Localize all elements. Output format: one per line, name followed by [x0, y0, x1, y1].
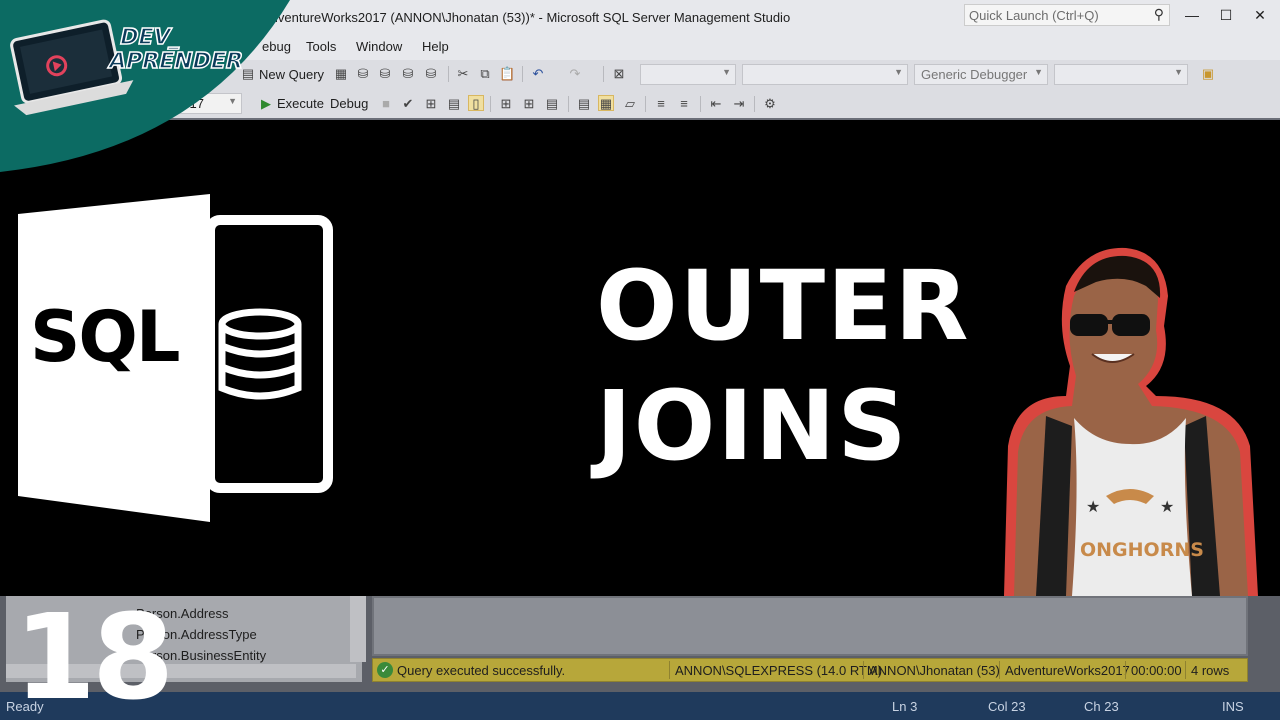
- toolbar-separator: [754, 96, 755, 112]
- dax-query-icon[interactable]: ⛁: [423, 66, 439, 82]
- logo-text-aprender: APRENDER: [106, 48, 245, 74]
- solution-config-combo[interactable]: ▼: [640, 64, 736, 85]
- undo-icon[interactable]: ↶: [530, 66, 546, 82]
- query-status-message: Query executed successfully.: [397, 663, 566, 678]
- client-stats-icon[interactable]: ▤: [544, 96, 560, 112]
- status-column: Col 23: [988, 699, 1026, 714]
- display-plan-icon[interactable]: ⊞: [423, 96, 439, 112]
- status-divider: [863, 661, 864, 679]
- paste-icon[interactable]: 📋: [499, 66, 515, 82]
- toolbar-separator: [645, 96, 646, 112]
- status-insert-mode: INS: [1222, 699, 1244, 714]
- specify-values-icon[interactable]: ⚙: [762, 96, 778, 112]
- star-icon: ★: [1160, 499, 1174, 516]
- shirt-print: ONGHORNS: [1080, 539, 1204, 561]
- menu-tools[interactable]: Tools: [306, 39, 336, 54]
- logo-text-dev: DEV_: [117, 24, 185, 50]
- window-title: AdventureWorks2017 (ANNON\Jhonatan (53))…: [262, 10, 791, 25]
- toolbar-separator: [490, 96, 491, 112]
- star-icon: ★: [1086, 499, 1100, 516]
- find-combo[interactable]: ▼: [1054, 64, 1188, 85]
- status-line: Ln 3: [892, 699, 918, 714]
- menu-help[interactable]: Help: [422, 39, 449, 54]
- query-status-rows: 4 rows: [1191, 663, 1230, 678]
- status-divider: [1185, 661, 1186, 679]
- copy-icon[interactable]: ⧉: [477, 66, 493, 82]
- headline-line-2: JOINS: [596, 370, 909, 482]
- dev-aprender-logo: DEV_ APRENDER: [0, 0, 290, 172]
- menu-window[interactable]: Window: [356, 39, 402, 54]
- chevron-down-icon: ▼: [1174, 67, 1183, 77]
- increase-indent-icon[interactable]: ⇥: [731, 96, 747, 112]
- uncomment-icon[interactable]: ≡: [676, 96, 692, 112]
- query-options-icon[interactable]: ▤: [446, 96, 462, 112]
- toolbar-separator: [568, 96, 569, 112]
- lower-panes: Person.Address Person.AddressType Person…: [0, 596, 1280, 692]
- status-divider: [999, 661, 1000, 679]
- debugger-combo[interactable]: Generic Debugger ▼: [914, 64, 1048, 85]
- toolbar-separator: [603, 66, 604, 82]
- xmla-query-icon[interactable]: ⛁: [400, 66, 416, 82]
- database-icon: [218, 308, 302, 400]
- debugger-combo-value: Generic Debugger: [921, 67, 1028, 82]
- toolbar-separator: [448, 66, 449, 82]
- maximize-button[interactable]: ☐: [1212, 5, 1240, 25]
- cut-icon[interactable]: ✂: [455, 66, 471, 82]
- intellisense-icon[interactable]: ▯: [468, 95, 484, 111]
- vertical-scrollbar[interactable]: [350, 596, 366, 662]
- status-divider: [1125, 661, 1126, 679]
- toolbar-separator: [522, 66, 523, 82]
- chevron-down-icon: ▼: [894, 67, 903, 77]
- success-check-icon: ✓: [377, 662, 393, 678]
- results-to-text-icon[interactable]: ▤: [576, 96, 592, 112]
- minimize-button[interactable]: —: [1178, 5, 1206, 25]
- chevron-down-icon: ▼: [1034, 67, 1043, 77]
- episode-number: 18: [14, 588, 174, 720]
- comment-icon[interactable]: ≡: [653, 96, 669, 112]
- quick-launch-input[interactable]: Quick Launch (Ctrl+Q) ⚲: [964, 4, 1170, 26]
- results-pane: [372, 596, 1248, 656]
- status-divider: [669, 661, 670, 679]
- redo-icon[interactable]: ↷: [567, 66, 583, 82]
- query-status-user: ANNON\Jhonatan (53): [869, 663, 1000, 678]
- query-status-server: ANNON\SQLEXPRESS (14.0 RTM): [675, 663, 883, 678]
- decrease-indent-icon[interactable]: ⇤: [708, 96, 724, 112]
- parse-checkmark-icon[interactable]: ✔: [400, 96, 416, 112]
- results-to-grid-icon[interactable]: ▦: [598, 95, 614, 111]
- headline-line-1: OUTER: [596, 250, 971, 362]
- results-to-file-icon[interactable]: ▱: [622, 96, 638, 112]
- close-button[interactable]: ✕: [1246, 5, 1274, 25]
- db-query-icon[interactable]: ▦: [333, 66, 349, 82]
- mdx-query-icon[interactable]: ⛁: [355, 66, 371, 82]
- quick-launch-placeholder: Quick Launch (Ctrl+Q): [969, 8, 1099, 23]
- app-status-bar: Ready Ln 3 Col 23 Ch 23 INS: [0, 692, 1280, 720]
- sunglasses-icon: [1070, 314, 1108, 336]
- dmx-query-icon[interactable]: ⛁: [377, 66, 393, 82]
- live-stats-icon[interactable]: ⊞: [521, 96, 537, 112]
- toolbar-separator: [700, 96, 701, 112]
- debug-button[interactable]: Debug: [330, 96, 368, 111]
- stop-icon[interactable]: ■: [378, 96, 394, 112]
- activity-monitor-icon[interactable]: ⊠: [611, 66, 627, 82]
- query-status-bar: ✓ Query executed successfully. ANNON\SQL…: [372, 658, 1248, 682]
- chevron-down-icon: ▼: [722, 67, 731, 77]
- query-status-database: AdventureWorks2017: [1005, 663, 1130, 678]
- properties-icon[interactable]: ▣: [1200, 66, 1216, 82]
- include-plan-icon[interactable]: ⊞: [498, 96, 514, 112]
- status-char: Ch 23: [1084, 699, 1119, 714]
- query-status-elapsed: 00:00:00: [1131, 663, 1182, 678]
- sql-label: SQL: [30, 296, 181, 378]
- search-icon: ⚲: [1153, 6, 1164, 22]
- platform-combo[interactable]: ▼: [742, 64, 908, 85]
- presenter-photo: ONGHORNS ★ ★: [1004, 247, 1258, 596]
